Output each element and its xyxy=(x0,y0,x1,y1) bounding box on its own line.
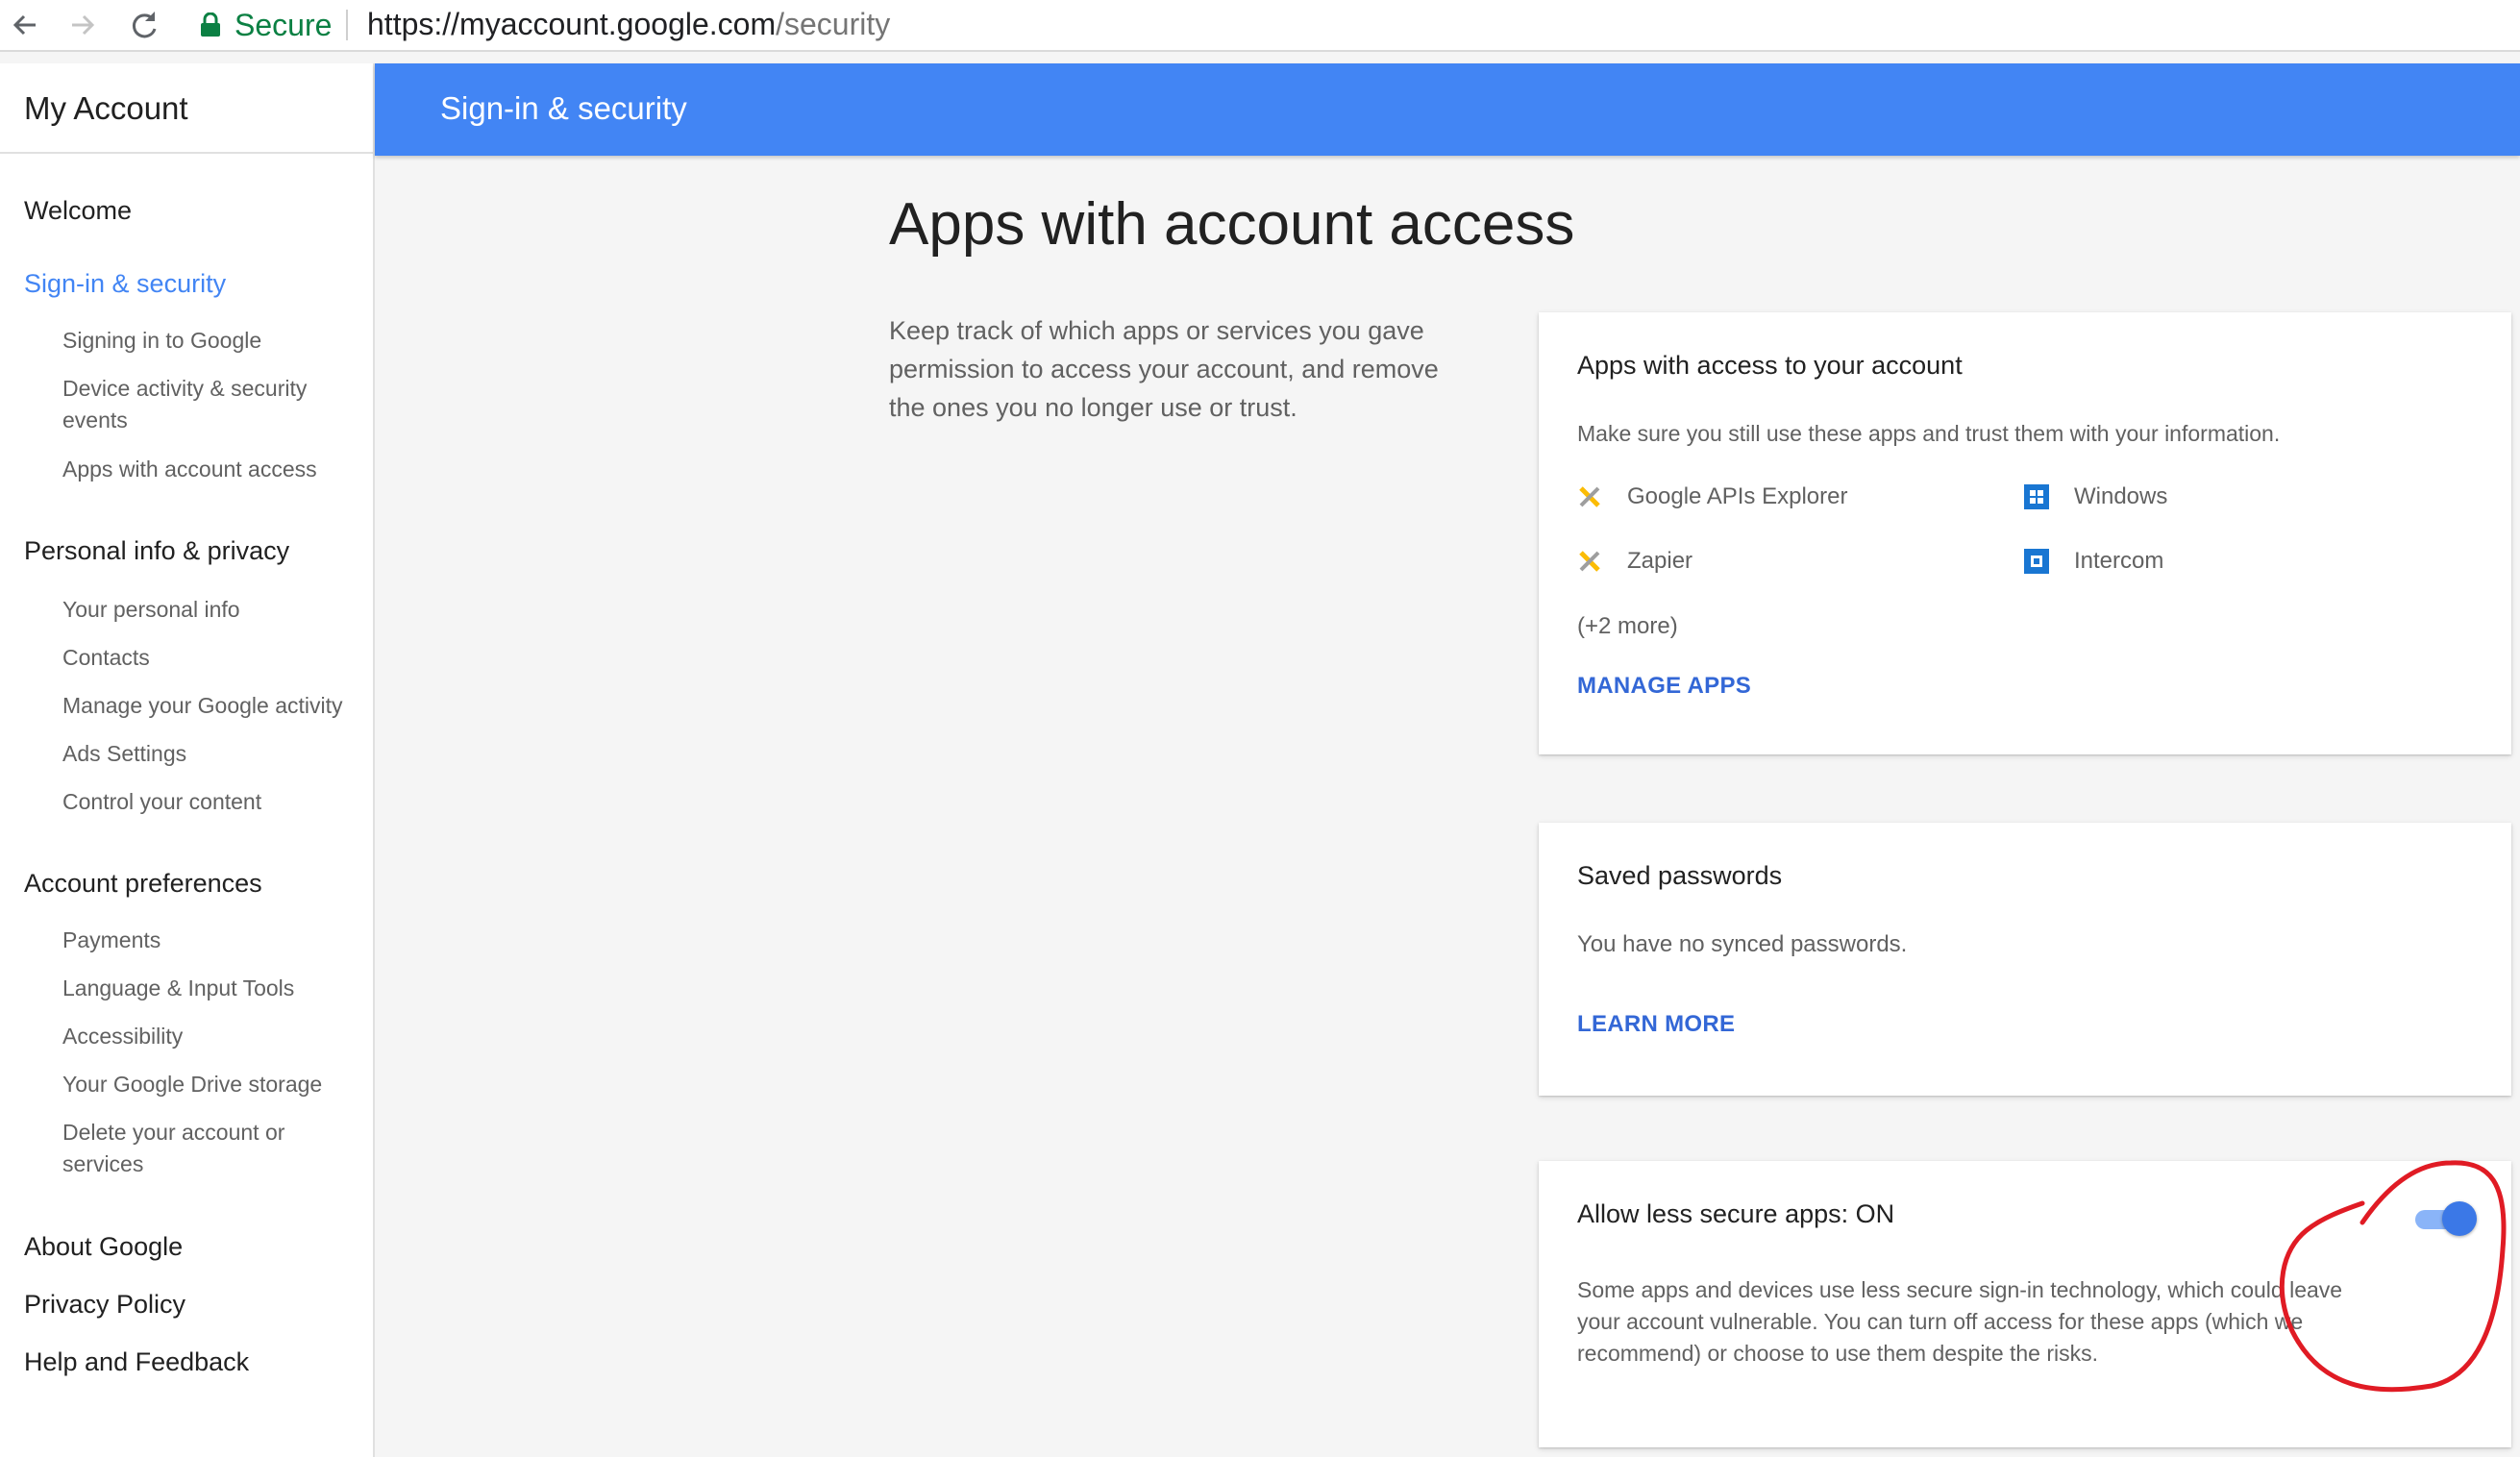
apps-more-count: (+2 more) xyxy=(1577,613,1678,639)
address-bar[interactable]: https://myaccount.google.com/security xyxy=(367,0,890,50)
app-windows[interactable]: Windows xyxy=(2024,483,2167,510)
learn-more-link[interactable]: LEARN MORE xyxy=(1577,1011,1735,1038)
sidebar-item-sign-in-security[interactable]: Sign-in & security xyxy=(24,269,226,299)
url-separator xyxy=(346,10,348,40)
passwords-card-title: Saved passwords xyxy=(1577,861,1783,890)
sidebar-item-language-tools[interactable]: Language & Input Tools xyxy=(62,973,351,1004)
windows-icon xyxy=(2024,484,2049,509)
sidebar-item-delete-account[interactable]: Delete your account or services xyxy=(62,1117,351,1180)
app-zapier[interactable]: Zapier xyxy=(1577,548,1692,575)
saved-passwords-card: Saved passwords You have no synced passw… xyxy=(1539,823,2511,1096)
less-secure-text: Some apps and devices use less secure si… xyxy=(1577,1277,2343,1366)
apps-access-card: Apps with access to your account Make su… xyxy=(1539,312,2511,754)
reload-icon[interactable] xyxy=(125,6,163,44)
sidebar-item-apps-access[interactable]: Apps with account access xyxy=(62,454,351,485)
sidebar-title[interactable]: My Account xyxy=(0,63,373,154)
sidebar-item-contacts[interactable]: Contacts xyxy=(62,642,351,674)
app-name: Google APIs Explorer xyxy=(1627,483,1848,509)
sidebar-item-signing-in[interactable]: Signing in to Google xyxy=(62,325,351,357)
url-host: https://myaccount.google.com xyxy=(367,7,777,41)
sidebar: My Account Welcome Sign-in & security Si… xyxy=(0,63,375,1457)
browser-toolbar: Secure https://myaccount.google.com/secu… xyxy=(0,0,2520,52)
app-intercom[interactable]: Intercom xyxy=(2024,548,2163,575)
app-name: Windows xyxy=(2074,483,2168,509)
lock-icon xyxy=(201,12,220,37)
page-description: Keep track of which apps or services you… xyxy=(889,316,1439,422)
less-secure-title: Allow less secure apps: ON xyxy=(1577,1199,1895,1228)
app-google-apis-explorer[interactable]: Google APIs Explorer xyxy=(1577,483,1847,510)
zapier-icon xyxy=(1579,551,1600,572)
sidebar-item-control-content[interactable]: Control your content xyxy=(62,786,351,818)
less-secure-apps-card: Allow less secure apps: ON Some apps and… xyxy=(1539,1161,2511,1447)
sidebar-link-help-feedback[interactable]: Help and Feedback xyxy=(24,1347,249,1377)
url-path: /security xyxy=(776,7,891,41)
api-explorer-icon xyxy=(1579,486,1600,507)
sidebar-item-personal-info[interactable]: Your personal info xyxy=(62,594,351,626)
sidebar-link-privacy-policy[interactable]: Privacy Policy xyxy=(24,1290,185,1320)
forward-arrow-icon[interactable] xyxy=(63,6,102,44)
header-title: Sign-in & security xyxy=(440,90,687,126)
apps-card-title: Apps with access to your account xyxy=(1577,351,1963,380)
sidebar-item-ads-settings[interactable]: Ads Settings xyxy=(62,738,351,770)
sidebar-link-about-google[interactable]: About Google xyxy=(24,1232,183,1262)
sidebar-item-drive-storage[interactable]: Your Google Drive storage xyxy=(62,1069,351,1100)
page-title: Apps with account access xyxy=(889,191,1575,258)
sidebar-item-device-activity[interactable]: Device activity & security events xyxy=(62,373,351,436)
apps-card-subtitle: Make sure you still use these apps and t… xyxy=(1577,421,2281,446)
app-name: Intercom xyxy=(2074,548,2164,574)
sidebar-item-payments[interactable]: Payments xyxy=(62,925,351,956)
sidebar-item-google-activity[interactable]: Manage your Google activity xyxy=(62,690,351,722)
secure-label: Secure xyxy=(235,7,333,42)
page-header-bar: Sign-in & security xyxy=(375,63,2520,156)
secure-indicator[interactable]: Secure xyxy=(200,0,332,50)
sidebar-item-welcome[interactable]: Welcome xyxy=(24,196,132,226)
app-name: Zapier xyxy=(1627,548,1693,574)
sidebar-item-personal-info-privacy[interactable]: Personal info & privacy xyxy=(24,536,289,566)
back-arrow-icon[interactable] xyxy=(6,6,44,44)
toggle-thumb xyxy=(2442,1201,2477,1236)
less-secure-toggle[interactable] xyxy=(2413,1201,2477,1236)
passwords-card-text: You have no synced passwords. xyxy=(1577,931,1908,957)
sidebar-item-account-preferences[interactable]: Account preferences xyxy=(24,869,262,899)
sidebar-item-accessibility[interactable]: Accessibility xyxy=(62,1021,351,1052)
intercom-icon xyxy=(2024,549,2049,574)
manage-apps-link[interactable]: MANAGE APPS xyxy=(1577,673,1751,700)
